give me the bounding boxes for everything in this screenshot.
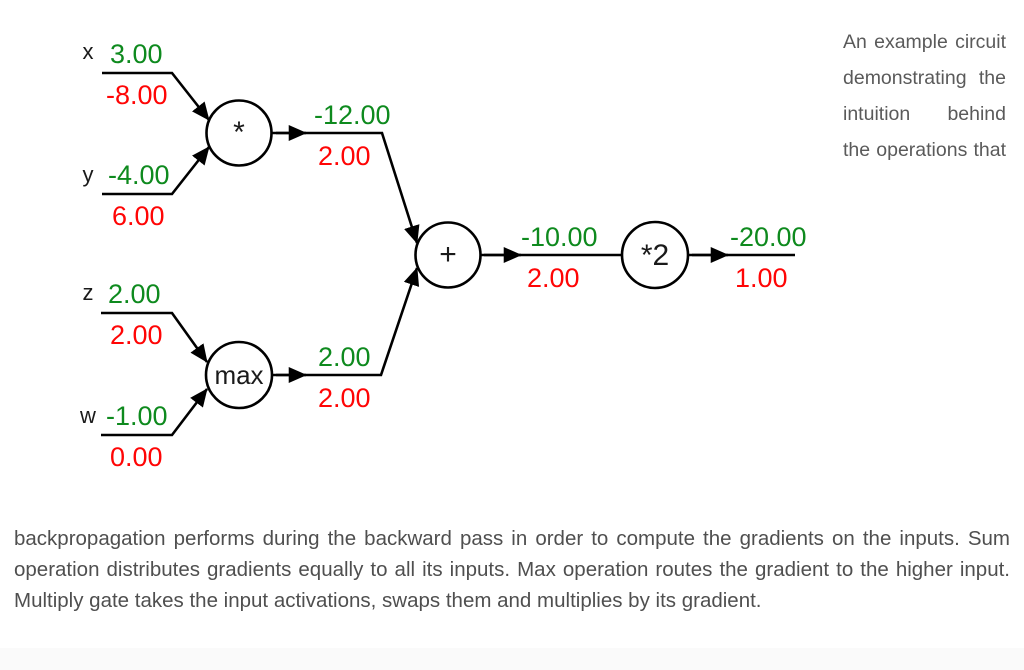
add-gate-label: + bbox=[439, 238, 457, 271]
input-label-x: x bbox=[83, 39, 94, 64]
input-w-forward-value: -1.00 bbox=[106, 401, 168, 431]
final-output-forward-value: -20.00 bbox=[730, 222, 807, 252]
mul-gate-label: * bbox=[233, 116, 245, 149]
figure-side-caption: An example circuit demonstrating the int… bbox=[843, 31, 1006, 161]
mul-output-forward-value: -12.00 bbox=[314, 100, 391, 130]
input-label-w: w bbox=[79, 403, 96, 428]
times2-gate-label: *2 bbox=[641, 239, 669, 272]
input-x-backward-value: -8.00 bbox=[106, 80, 168, 110]
mul-output-backward-value: 2.00 bbox=[318, 141, 371, 171]
max-output-backward-value: 2.00 bbox=[318, 383, 371, 413]
max-output-forward-value: 2.00 bbox=[318, 342, 371, 372]
input-x-forward-value: 3.00 bbox=[110, 39, 163, 69]
input-y-forward-value: -4.00 bbox=[108, 160, 170, 190]
input-label-z: z bbox=[83, 280, 94, 305]
input-z-backward-value: 2.00 bbox=[110, 320, 163, 350]
add-output-forward-value: -10.00 bbox=[521, 222, 598, 252]
input-y-backward-value: 6.00 bbox=[112, 201, 165, 231]
backprop-circuit-figure: * max + *2 x y z w 3.00 -4.00 2.00 -1.00… bbox=[0, 0, 1024, 505]
input-label-y: y bbox=[83, 162, 94, 187]
input-z-forward-value: 2.00 bbox=[108, 279, 161, 309]
page-bottom-band bbox=[0, 648, 1024, 670]
body-paragraph: backpropagation performs during the back… bbox=[14, 527, 1010, 612]
add-output-backward-value: 2.00 bbox=[527, 263, 580, 293]
final-output-backward-value: 1.00 bbox=[735, 263, 788, 293]
max-gate-label: max bbox=[214, 360, 263, 390]
input-w-backward-value: 0.00 bbox=[110, 442, 163, 472]
circuit-diagram: * max + *2 x y z w 3.00 -4.00 2.00 -1.00… bbox=[79, 39, 807, 472]
